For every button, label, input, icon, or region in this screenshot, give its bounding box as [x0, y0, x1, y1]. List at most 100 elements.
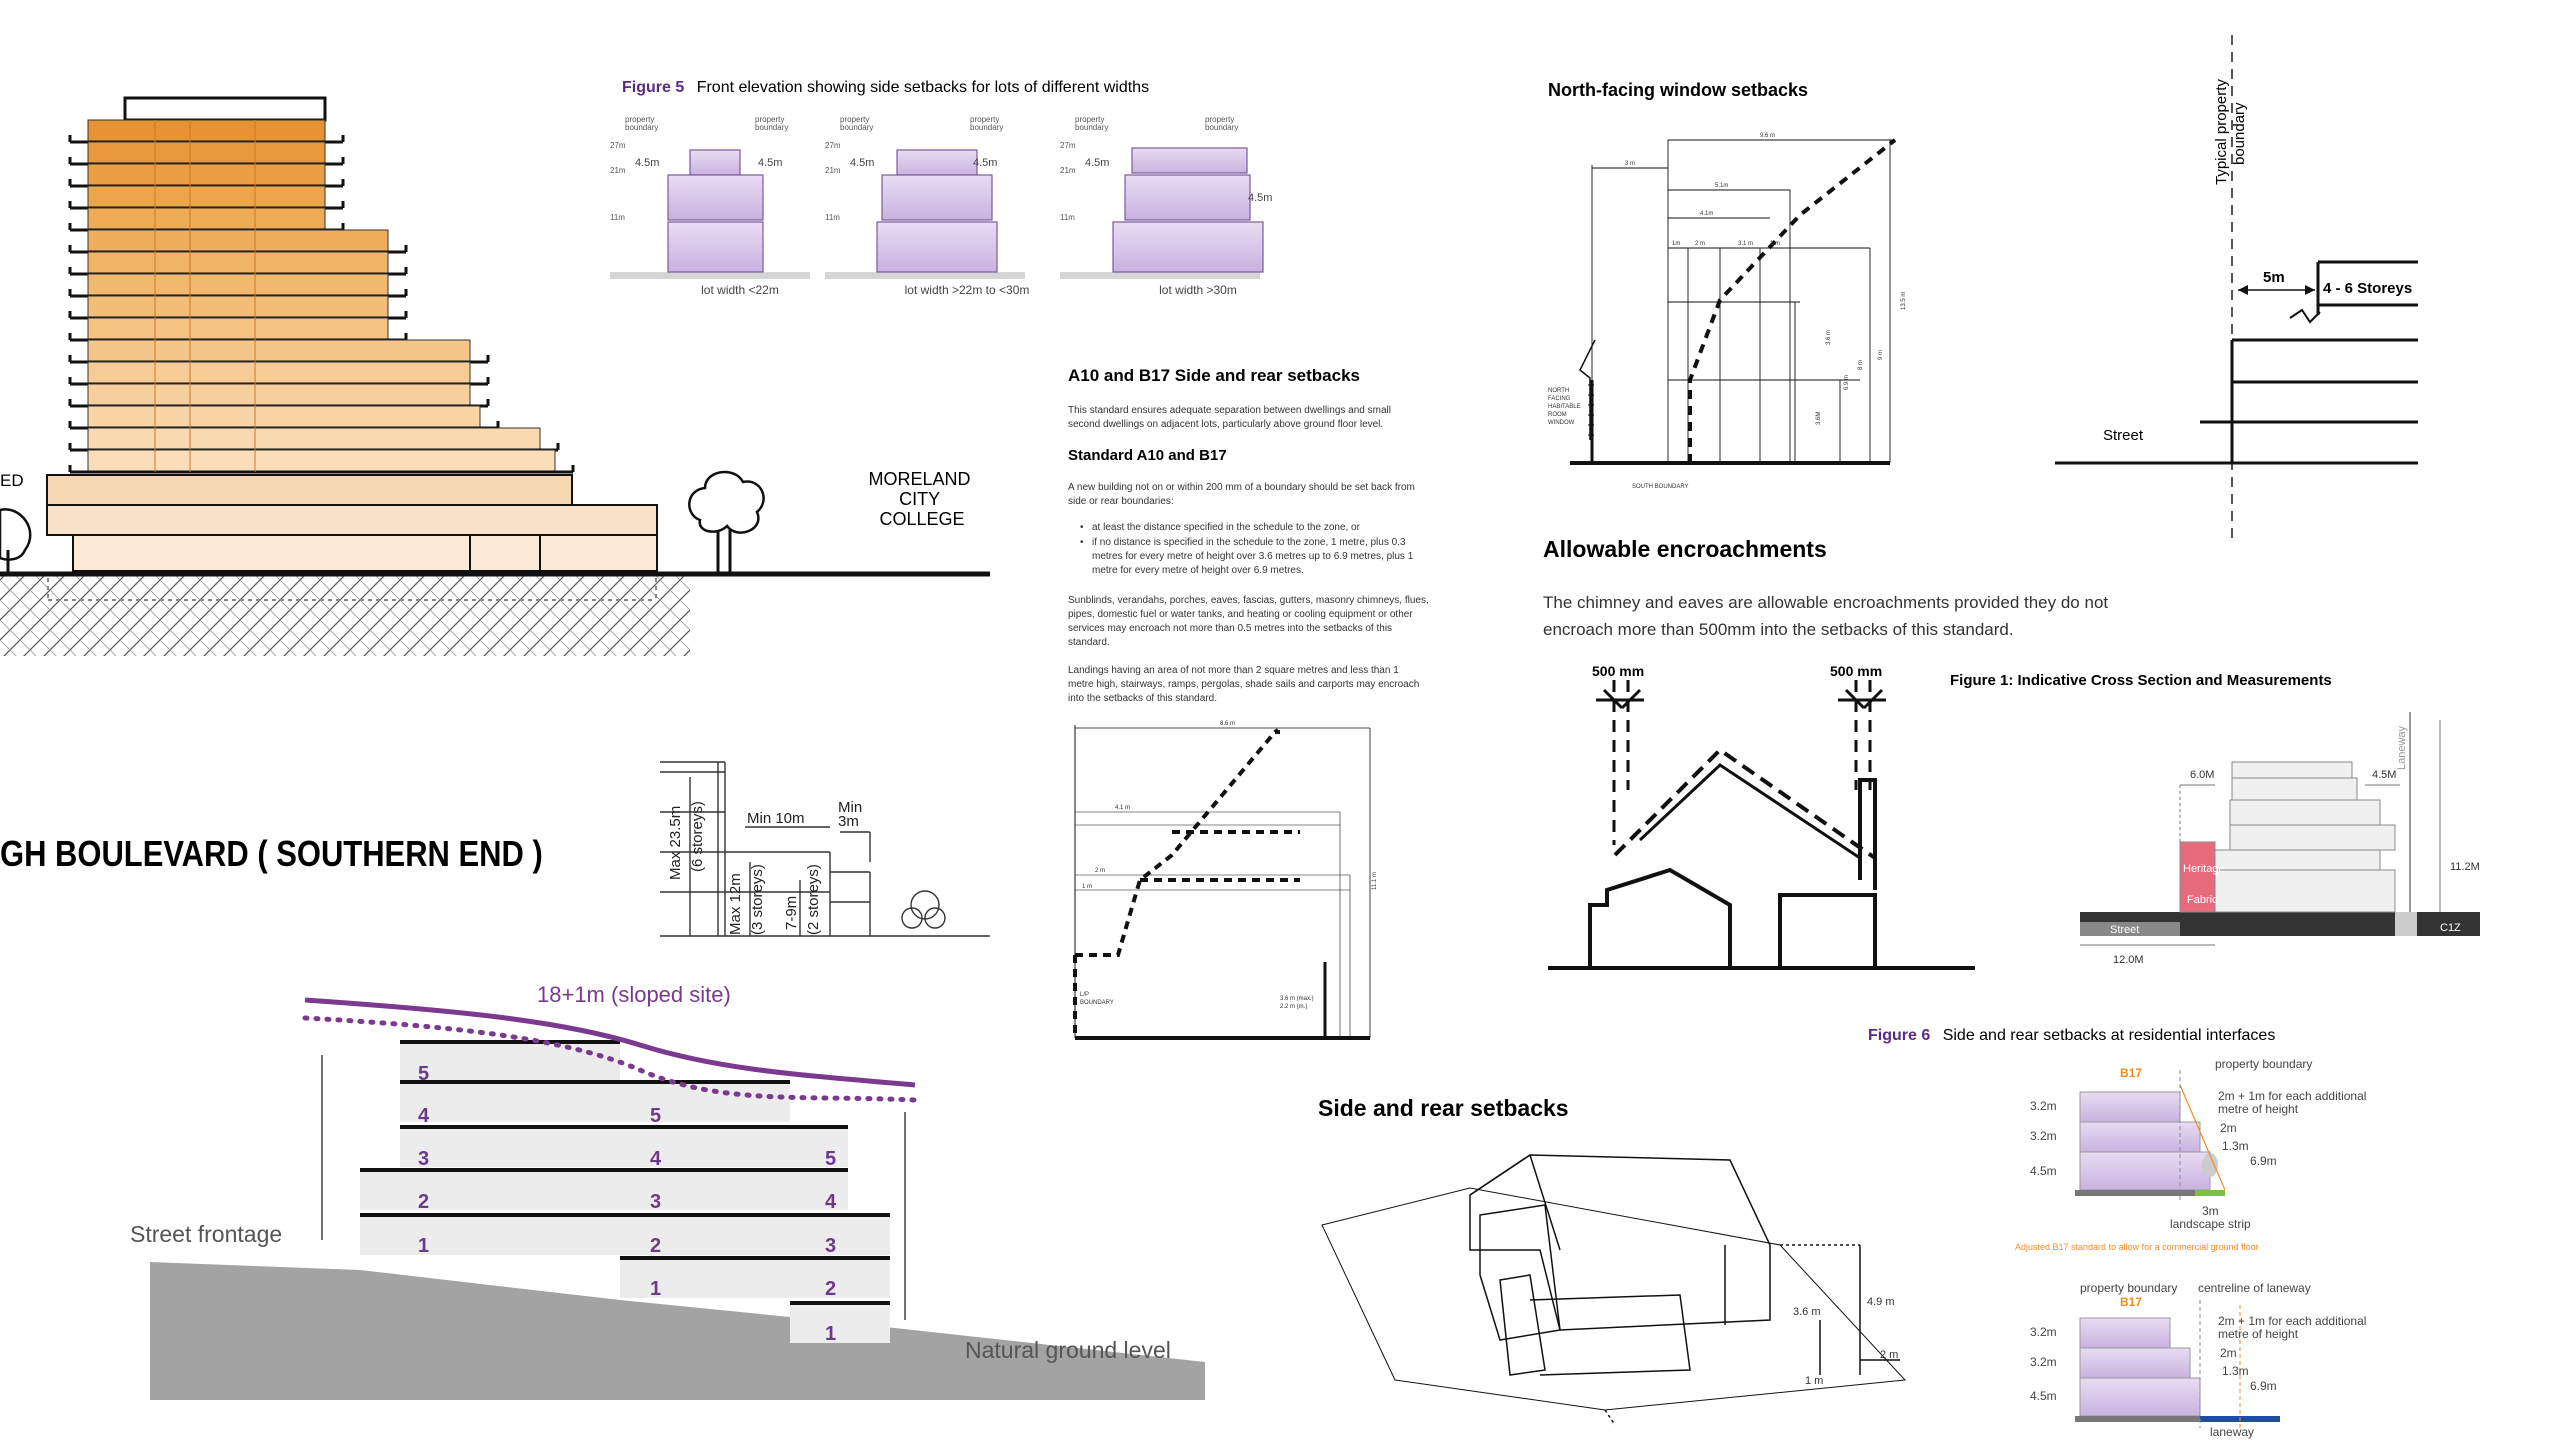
- fig5-block: [1124, 174, 1251, 221]
- svg-text:7-9m: 7-9m: [783, 896, 800, 930]
- fig5-setback-label: 4.5m: [850, 157, 874, 169]
- svg-text:5m: 5m: [2263, 269, 2285, 286]
- street-frontage-label: Street frontage: [130, 1221, 282, 1247]
- storey-band: [400, 1127, 848, 1167]
- figure5: Figure 5 Front elevation showing side se…: [610, 79, 1272, 297]
- svg-text:A new building not on or withi: A new building not on or within 200 mm o…: [1068, 482, 1415, 507]
- fig5-height-label: 11m: [610, 213, 625, 222]
- tower-floor: [87, 251, 389, 275]
- svg-text:2 m: 2 m: [1095, 868, 1105, 874]
- svg-text:2m + 1m for each additional: 2m + 1m for each additional: [2218, 1089, 2366, 1103]
- svg-text:ROOM: ROOM: [1548, 412, 1567, 418]
- svg-text:boundary: boundary: [2231, 102, 2248, 165]
- fig5-height-label: 11m: [1060, 213, 1075, 222]
- svg-text:8 m: 8 m: [1858, 360, 1864, 370]
- svg-text:Figure 6 Side and rear s: Figure 6 Side and rear setbacks at resid…: [1868, 1027, 2275, 1044]
- north-window-section: North-facing window setbacks 9.6 m 3 m 5…: [1548, 80, 1907, 490]
- svg-text:2m + 1m for each additional: 2m + 1m for each additional: [2218, 1314, 2366, 1328]
- storey-label: 4: [418, 1105, 430, 1127]
- svg-text:3.2m: 3.2m: [2030, 1355, 2057, 1369]
- tower-floor: [87, 163, 326, 187]
- svg-text:1 m: 1 m: [1805, 1375, 1823, 1387]
- storey-band: [360, 1215, 890, 1255]
- svg-text:6.9m: 6.9m: [2250, 1379, 2277, 1393]
- svg-text:laneway: laneway: [2210, 1425, 2254, 1439]
- fig5-block: [1131, 147, 1248, 174]
- fig5-boundary-label: boundary: [625, 123, 658, 132]
- svg-text:2m: 2m: [2220, 1346, 2237, 1360]
- svg-text:metre of height: metre of height: [2218, 1327, 2299, 1341]
- svg-text:2 m: 2 m: [1695, 241, 1705, 247]
- svg-text:4.1 m: 4.1 m: [1115, 805, 1130, 811]
- natural-ground-label: Natural ground level: [965, 1337, 1171, 1363]
- svg-text:Fabric: Fabric: [2187, 894, 2218, 906]
- fig5-caption-1: lot width <22m: [701, 283, 779, 297]
- svg-text:Min 10m: Min 10m: [747, 810, 805, 827]
- svg-text:property boundary: property boundary: [2215, 1057, 2312, 1071]
- svg-text:2.2 m (m.): 2.2 m (m.): [1280, 1004, 1307, 1010]
- svg-text:•at least the distance specifi: • at least the distance specified in the …: [1080, 522, 1361, 533]
- svg-text:Typical property: Typical property: [2213, 79, 2230, 185]
- svg-text:5.1m: 5.1m: [1715, 183, 1728, 189]
- fig5-boundary-label: boundary: [1205, 123, 1238, 132]
- storey-label: 1: [418, 1235, 429, 1257]
- height-section: [660, 761, 990, 937]
- svg-text:The chimney and eaves are allo: The chimney and eaves are allowable encr…: [1543, 593, 2108, 639]
- storey-label: 4: [650, 1148, 662, 1170]
- storey-label: 2: [418, 1191, 429, 1213]
- storey-label: 4: [825, 1191, 837, 1213]
- svg-text:4 - 6 Storeys: 4 - 6 Storeys: [2323, 280, 2412, 297]
- svg-text:Laneway: Laneway: [2396, 725, 2408, 770]
- svg-text:3 m: 3 m: [1625, 161, 1635, 167]
- svg-text:1 m: 1 m: [1082, 884, 1092, 890]
- storey-band: [360, 1170, 848, 1210]
- svg-text:12.0M: 12.0M: [2113, 954, 2144, 966]
- tower-floor: [87, 207, 326, 231]
- tower-floor: [87, 339, 471, 363]
- fig5-height-label: 27m: [610, 141, 626, 150]
- svg-text:Figure 5 Front elevation: Figure 5 Front elevation showing side se…: [622, 79, 1149, 96]
- side-rear-title: Side and rear setbacks: [1318, 1095, 1569, 1121]
- svg-text:FACING: FACING: [1548, 396, 1571, 402]
- svg-text:BOUNDARY: BOUNDARY: [1080, 1000, 1114, 1006]
- podium-upper: [46, 474, 573, 506]
- tower-floor: [87, 383, 471, 407]
- svg-text:HABITABLE: HABITABLE: [1548, 404, 1581, 410]
- svg-text:6.9 m: 6.9 m: [1844, 375, 1850, 390]
- svg-text:8.6 m: 8.6 m: [1220, 721, 1235, 727]
- fig5-height-label: 27m: [1060, 141, 1076, 150]
- svg-text:4.9 m: 4.9 m: [1867, 1296, 1895, 1308]
- svg-text:2 m: 2 m: [1880, 1349, 1898, 1361]
- storey-label: 5: [418, 1063, 429, 1085]
- fig5-ground: [1060, 272, 1260, 279]
- fig5-caption-2: lot width >22m to <30m: [905, 283, 1030, 297]
- svg-text:3.6M: 3.6M: [1816, 412, 1822, 425]
- fig5-block: [876, 221, 998, 273]
- tower-floor: [87, 141, 326, 165]
- storey-label: 5: [825, 1148, 836, 1170]
- figure5-title: Front elevation showing side setbacks fo…: [697, 79, 1149, 96]
- svg-text:1 m: 1 m: [1770, 241, 1780, 247]
- tower-left-label: ED: [0, 471, 24, 490]
- svg-text:L/P: L/P: [1080, 992, 1089, 998]
- svg-text:3.2m: 3.2m: [2030, 1129, 2057, 1143]
- svg-text:Heritage: Heritage: [2183, 863, 2225, 875]
- podium-lower: [46, 504, 658, 536]
- a10-subheading: Standard A10 and B17: [1068, 447, 1227, 464]
- tree-icon: [0, 508, 32, 574]
- tower-floor: [87, 449, 556, 473]
- storey-band: [400, 1082, 790, 1122]
- svg-text:Street: Street: [2110, 924, 2139, 936]
- storey-label: 1: [825, 1323, 836, 1345]
- fig5-block: [667, 174, 764, 221]
- storey-label: 3: [825, 1235, 836, 1257]
- fig5-height-label: 27m: [825, 141, 841, 150]
- svg-text:2m: 2m: [2220, 1121, 2237, 1135]
- height-section-labels: Min 10m Min 3m Max 23.5m (6 storeys) Max…: [667, 799, 862, 935]
- svg-text:3.6 m: 3.6 m: [1793, 1306, 1821, 1318]
- tower-floor: [87, 273, 389, 297]
- tower-floor: [87, 317, 389, 341]
- sloped-title: 18+1m (sloped site): [537, 982, 731, 1007]
- boundary-section: Typical property boundary 5m 4 - 6 Store…: [2055, 35, 2418, 540]
- svg-text:WINDOW: WINDOW: [1548, 420, 1575, 426]
